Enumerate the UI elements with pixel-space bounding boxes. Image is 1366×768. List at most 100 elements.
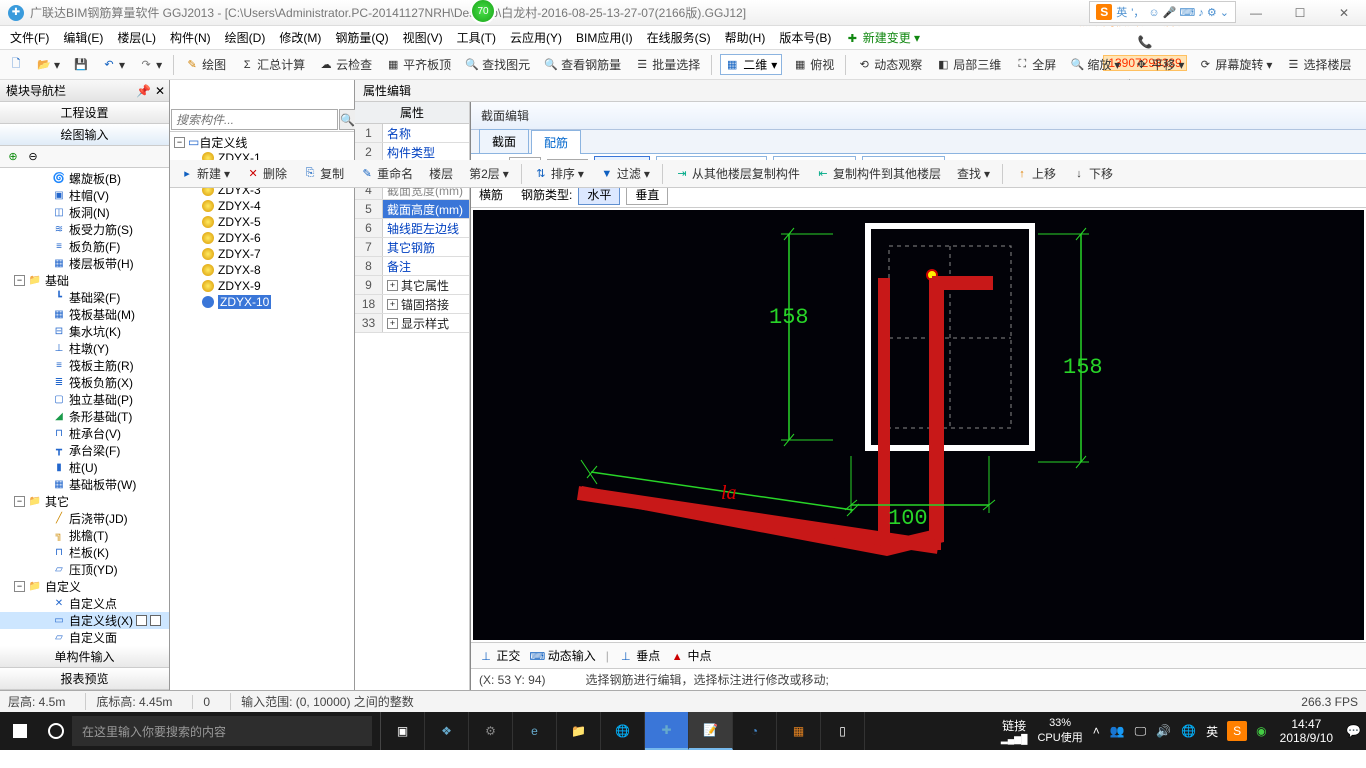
nav-tree[interactable]: 🌀螺旋板(B)▣柱帽(V)◫板洞(N)≋板受力筋(S)≡板负筋(F)▦楼层板带(…: [0, 168, 169, 646]
find-elem-button[interactable]: 🔍查找图元: [462, 54, 533, 75]
copyto-button[interactable]: ⇤复制构件到其他楼层: [812, 163, 945, 184]
menu-cloud[interactable]: 云应用(Y): [504, 27, 568, 48]
draw-button[interactable]: ✎绘图: [182, 54, 229, 75]
tree-item[interactable]: ▦筏板基础(M): [0, 306, 169, 323]
tree-item[interactable]: ┗基础梁(F): [0, 289, 169, 306]
tray-sogou[interactable]: S: [1227, 721, 1247, 741]
drawing-canvas[interactable]: 158 158 100 la: [473, 210, 1364, 640]
local3d-button[interactable]: ◧局部三维: [933, 54, 1004, 75]
tree-item[interactable]: ≡板负筋(F): [0, 238, 169, 255]
tree-item[interactable]: ≣筏板负筋(X): [0, 374, 169, 391]
filter-button[interactable]: ▼过滤 ▾: [596, 163, 654, 184]
prop-row[interactable]: 18+锚固搭接: [355, 295, 469, 314]
save-button[interactable]: 💾: [71, 56, 91, 74]
notes-icon[interactable]: 📝: [689, 712, 733, 750]
prop-row[interactable]: 5截面高度(mm): [355, 200, 469, 219]
tree-item[interactable]: ▱压顶(YD): [0, 561, 169, 578]
select-floor-button[interactable]: ☰选择楼层: [1283, 54, 1354, 75]
tray-net[interactable]: 🌐: [1176, 713, 1201, 749]
tray-clock[interactable]: 14:472018/9/10: [1272, 717, 1341, 745]
mid-item[interactable]: ZDYX-6: [172, 230, 352, 246]
view-steel-button[interactable]: 🔍查看钢筋量: [541, 54, 624, 75]
ortho-snap[interactable]: ⊥ 正交: [479, 647, 520, 664]
app-1[interactable]: ❖: [425, 712, 469, 750]
new-comp-button[interactable]: ▸新建 ▾: [176, 163, 234, 184]
nav-row-report[interactable]: 报表预览: [0, 668, 169, 690]
dyn-view-button[interactable]: ⟲动态观察: [854, 54, 925, 75]
tray-360[interactable]: ◉: [1251, 713, 1271, 749]
del-comp-button[interactable]: ✕删除: [242, 163, 291, 184]
search-go-button[interactable]: 🔍: [339, 109, 356, 130]
pin-icon[interactable]: 📌: [136, 84, 151, 98]
sum-button[interactable]: Σ汇总计算: [237, 54, 308, 75]
app-3[interactable]: ◔: [733, 712, 777, 750]
nav-row-single[interactable]: 单构件输入: [0, 646, 169, 668]
tree-item[interactable]: ⊥柱墩(Y): [0, 340, 169, 357]
mid-item[interactable]: ZDYX-8: [172, 262, 352, 278]
tree-item[interactable]: 🌀螺旋板(B): [0, 170, 169, 187]
tree-item[interactable]: ▱自定义面: [0, 629, 169, 646]
movedown-button[interactable]: ↓下移: [1068, 163, 1117, 184]
mid-item[interactable]: ZDYX-7: [172, 246, 352, 262]
new-change-button[interactable]: ✚ 新建变更 ▾: [839, 27, 926, 48]
app-4[interactable]: ▯: [821, 712, 865, 750]
minimize-button[interactable]: —: [1234, 0, 1278, 26]
tree-item[interactable]: ⊓桩承台(V): [0, 425, 169, 442]
rename-comp-button[interactable]: ✎重命名: [356, 163, 417, 184]
taskbar-search[interactable]: 在这里输入你要搜索的内容: [72, 716, 372, 746]
tree-item[interactable]: ✕自定义点: [0, 595, 169, 612]
ggj-icon[interactable]: ✚: [645, 712, 689, 750]
undo-button[interactable]: ↶▾: [99, 56, 128, 74]
tray-ime[interactable]: 英: [1201, 713, 1223, 749]
tree-item[interactable]: ≋板受力筋(S): [0, 221, 169, 238]
prop-table[interactable]: 属性 1名称2构件类型3截面形状4截面宽度(mm)5截面高度(mm)6轴线距左边…: [355, 102, 470, 690]
tree-item[interactable]: ≡筏板主筋(R): [0, 357, 169, 374]
prop-row[interactable]: 6轴线距左边线: [355, 219, 469, 238]
tab-section[interactable]: 截面: [479, 129, 529, 153]
menu-version[interactable]: 版本号(B): [773, 27, 837, 48]
menu-edit[interactable]: 编辑(E): [57, 27, 109, 48]
birdseye-button[interactable]: ▦俯视: [790, 54, 837, 75]
mid-item[interactable]: ZDYX-5: [172, 214, 352, 230]
tray-display[interactable]: 🖵: [1130, 713, 1152, 749]
copy-comp-button[interactable]: ⎘复制: [299, 163, 348, 184]
explorer-icon[interactable]: 📁: [557, 712, 601, 750]
menu-file[interactable]: 文件(F): [4, 27, 55, 48]
start-button[interactable]: [0, 712, 40, 750]
moveup-button[interactable]: ↑上移: [1011, 163, 1060, 184]
menu-modify[interactable]: 修改(M): [273, 27, 327, 48]
prop-row[interactable]: 9+其它属性: [355, 276, 469, 295]
menu-component[interactable]: 构件(N): [164, 27, 217, 48]
batch-select-button[interactable]: ☰批量选择: [632, 54, 703, 75]
prop-row[interactable]: 7其它钢筋: [355, 238, 469, 257]
prop-row[interactable]: 33+显示样式: [355, 314, 469, 333]
nav-row-draw[interactable]: 绘图输入: [0, 124, 169, 146]
mid-snap[interactable]: ▲ 中点: [670, 647, 711, 664]
copyfrom-button[interactable]: ⇥从其他楼层复制构件: [671, 163, 804, 184]
tree-item[interactable]: ▮桩(U): [0, 459, 169, 476]
app-2[interactable]: ⚙: [469, 712, 513, 750]
pdf-icon[interactable]: ▦: [777, 712, 821, 750]
menu-draw[interactable]: 绘图(D): [219, 27, 272, 48]
nav-close-icon[interactable]: ✕: [155, 84, 165, 98]
tree-item[interactable]: −📁其它: [0, 493, 169, 510]
sort-button[interactable]: ⇅排序 ▾: [530, 163, 588, 184]
maximize-button[interactable]: ☐: [1278, 0, 1322, 26]
close-button[interactable]: ✕: [1322, 0, 1366, 26]
tray-volume[interactable]: 🔊: [1151, 713, 1176, 749]
prop-row[interactable]: 8备注: [355, 257, 469, 276]
tree-item[interactable]: ▦基础板带(W): [0, 476, 169, 493]
ime-bar[interactable]: S 英 '， ☺ 🎤 ⌨ ♪ ⚙ ⌄: [1089, 1, 1236, 23]
new-file-button[interactable]: 🗋: [6, 56, 26, 74]
tree-item[interactable]: ╗挑檐(T): [0, 527, 169, 544]
tree-item[interactable]: ⊓栏板(K): [0, 544, 169, 561]
prop-row[interactable]: 1名称: [355, 124, 469, 143]
component-tree[interactable]: −▭ 自定义线ZDYX-1ZDYX-2ZDYX-3ZDYX-4ZDYX-5ZDY…: [170, 132, 354, 690]
search-input[interactable]: [171, 109, 338, 130]
menu-online[interactable]: 在线服务(S): [641, 27, 717, 48]
fullscreen-button[interactable]: ⛶全屏: [1012, 54, 1059, 75]
viewmode-combo[interactable]: ▦二维 ▾: [720, 54, 782, 75]
floor-combo[interactable]: 第2层 ▾: [465, 163, 513, 184]
tray-notif[interactable]: 💬: [1341, 713, 1366, 749]
menu-bim[interactable]: BIM应用(I): [570, 27, 639, 48]
